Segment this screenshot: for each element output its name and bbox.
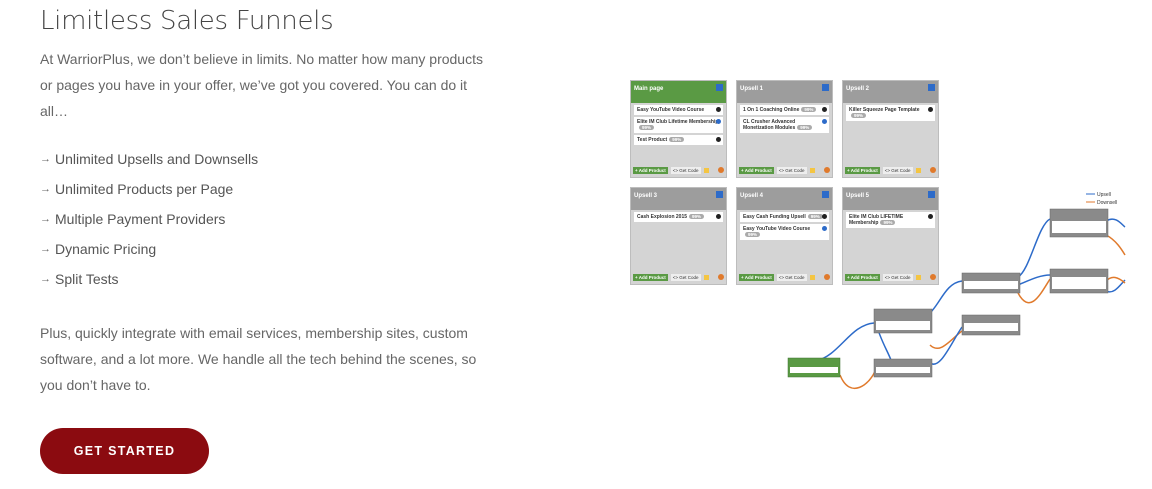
product-row: Test Product 99% bbox=[634, 135, 723, 145]
card-title: Upsell 2 bbox=[843, 81, 938, 103]
list-item: → Multiple Payment Providers bbox=[40, 204, 258, 234]
flow-node bbox=[873, 358, 933, 378]
flow-node bbox=[1049, 208, 1109, 238]
product-name: CL Crusher Advanced Monetization Modules bbox=[743, 119, 796, 131]
arrow-icon: → bbox=[40, 153, 51, 165]
downsell-icon bbox=[824, 167, 830, 173]
product-name: Cash Explosion 2015 bbox=[637, 214, 688, 220]
settings-icon bbox=[928, 84, 935, 91]
downsell-icon bbox=[930, 167, 936, 173]
upsell-connector bbox=[1105, 218, 1126, 228]
card-footer: + Add Product <> Get Code bbox=[633, 273, 724, 281]
downsell-connector bbox=[839, 368, 877, 389]
arrow-icon: → bbox=[40, 273, 51, 285]
flow-node bbox=[961, 314, 1021, 336]
arrow-icon: → bbox=[40, 213, 51, 225]
card-footer: + Add Product <> Get Code bbox=[739, 166, 830, 174]
upsell-connector bbox=[1017, 274, 1051, 286]
add-product-button: + Add Product bbox=[739, 273, 774, 281]
get-code-button: <> Get Code bbox=[670, 166, 701, 174]
flow-node bbox=[1049, 268, 1109, 294]
remove-icon bbox=[716, 214, 721, 219]
percent-badge: 99% bbox=[639, 125, 655, 130]
percent-badge: 99% bbox=[851, 113, 867, 118]
product-name: Easy YouTube Video Course bbox=[637, 107, 705, 113]
list-item: → Split Tests bbox=[40, 264, 258, 294]
upsell-legend-label: Upsell bbox=[1097, 192, 1111, 198]
feature-label: Unlimited Products per Page bbox=[55, 181, 234, 197]
product-row: 1 On 1 Coaching Online 99% bbox=[740, 105, 829, 115]
arrow-icon: → bbox=[40, 183, 51, 195]
product-name: Test Product bbox=[637, 137, 668, 143]
add-product-button: + Add Product bbox=[845, 166, 880, 174]
product-row: Killer Squeeze Page Template99% bbox=[846, 105, 935, 121]
product-row: Cash Explosion 2015 99% bbox=[634, 212, 723, 222]
card-footer: + Add Product <> Get Code bbox=[845, 166, 936, 174]
upsell-connector bbox=[1105, 279, 1126, 293]
feature-list: → Unlimited Upsells and Downsells → Unlimi… bbox=[40, 144, 258, 294]
percent-badge: 99% bbox=[745, 232, 761, 237]
funnel-page-card: Upsell 2 Killer Squeeze Page Template99% +… bbox=[842, 80, 939, 178]
percent-badge: 99% bbox=[801, 107, 817, 112]
settings-icon bbox=[822, 84, 829, 91]
list-item: → Unlimited Upsells and Downsells bbox=[40, 144, 258, 174]
card-title: Main page bbox=[631, 81, 726, 103]
feature-label: Dynamic Pricing bbox=[55, 241, 157, 257]
upsell-connector bbox=[929, 326, 963, 365]
legend: Upsell Downsell bbox=[1086, 192, 1117, 206]
get-code-button: <> Get Code bbox=[776, 166, 807, 174]
get-code-button: <> Get Code bbox=[882, 166, 913, 174]
funnel-page-card: Upsell 3 Cash Explosion 2015 99% + Add Prod… bbox=[630, 187, 727, 285]
arrow-icon: → bbox=[40, 243, 51, 255]
flow-node bbox=[873, 308, 933, 334]
feature-label: Multiple Payment Providers bbox=[55, 211, 226, 227]
flow-node bbox=[961, 272, 1021, 294]
percent-badge: 99% bbox=[689, 214, 705, 219]
upsell-connector bbox=[815, 322, 875, 362]
add-product-button: + Add Product bbox=[739, 166, 774, 174]
product-row: Easy YouTube Video Course bbox=[634, 105, 723, 115]
funnel-page-card: Main page Easy YouTube Video Course Elite … bbox=[630, 80, 727, 178]
lock-icon bbox=[703, 167, 709, 173]
funnel-flow-diagram: Upsell Downsell bbox=[787, 192, 1126, 389]
feature-label: Unlimited Upsells and Downsells bbox=[55, 151, 259, 167]
downsell-legend-label: Downsell bbox=[1097, 200, 1117, 206]
intro-paragraph: At WarriorPlus, we don’t believe in limi… bbox=[40, 51, 483, 119]
percent-badge: 99% bbox=[797, 125, 813, 130]
card-footer: + Add Product <> Get Code bbox=[633, 166, 724, 174]
integration-paragraph: Plus, quickly integrate with email servi… bbox=[40, 325, 477, 393]
remove-icon bbox=[716, 137, 721, 142]
lock-icon bbox=[809, 167, 815, 173]
product-row: Elite IM Club Lifetime Membership99% bbox=[634, 117, 723, 133]
remove-icon bbox=[716, 107, 721, 112]
card-title: Upsell 3 bbox=[631, 188, 726, 210]
remove-icon bbox=[928, 107, 933, 112]
flow-node bbox=[787, 357, 841, 378]
upsell-connector bbox=[927, 280, 963, 316]
remove-icon bbox=[716, 119, 721, 124]
lock-icon bbox=[915, 167, 921, 173]
settings-icon bbox=[716, 191, 723, 198]
feature-label: Split Tests bbox=[55, 271, 119, 287]
settings-icon bbox=[716, 84, 723, 91]
downsell-icon bbox=[718, 167, 724, 173]
product-name: 1 On 1 Coaching Online bbox=[743, 107, 800, 113]
get-code-button: <> Get Code bbox=[670, 273, 701, 281]
list-item: → Unlimited Products per Page bbox=[40, 174, 258, 204]
funnel-page-card: Upsell 11 On 1 Coaching Online 99% CL Crus… bbox=[736, 80, 833, 178]
card-title: Upsell 1 bbox=[737, 81, 832, 103]
get-started-button[interactable]: GET STARTED bbox=[40, 428, 209, 474]
lock-icon bbox=[703, 274, 709, 280]
add-product-button: + Add Product bbox=[633, 273, 668, 281]
downsell-connector bbox=[1105, 234, 1126, 256]
add-product-button: + Add Product bbox=[633, 166, 668, 174]
product-row: CL Crusher Advanced Monetization Modules… bbox=[740, 117, 829, 133]
remove-icon bbox=[822, 119, 827, 124]
page-title: Limitless Sales Funnels bbox=[40, 6, 334, 36]
percent-badge: 99% bbox=[669, 137, 685, 142]
downsell-icon bbox=[718, 274, 724, 280]
upsell-connector bbox=[1017, 218, 1051, 278]
list-item: → Dynamic Pricing bbox=[40, 234, 258, 264]
remove-icon bbox=[822, 107, 827, 112]
